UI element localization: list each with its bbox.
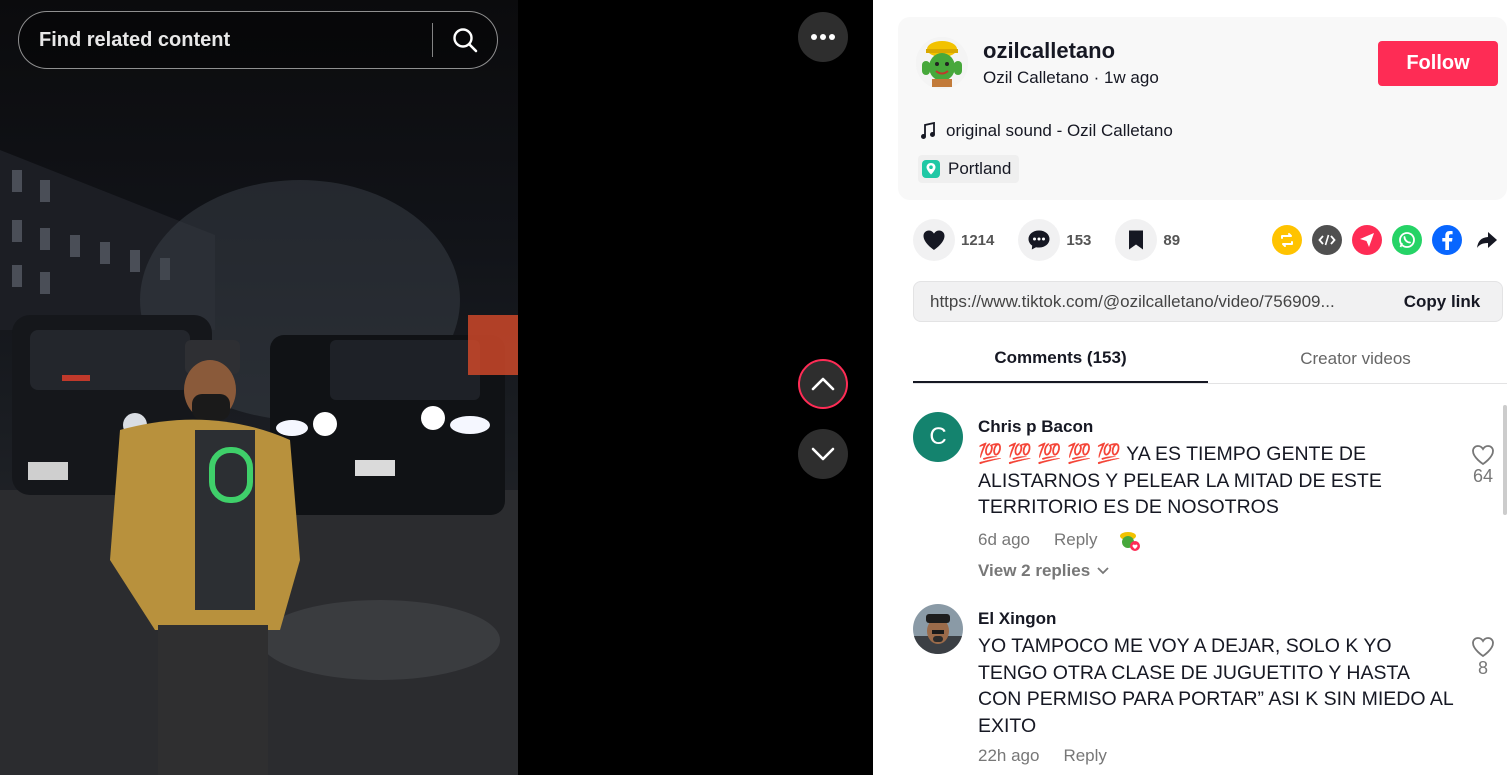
heart-icon <box>923 230 945 250</box>
chevron-down-icon <box>811 447 835 461</box>
comment-meta: 22h ago Reply <box>978 746 1107 766</box>
save-button[interactable] <box>1115 219 1158 261</box>
related-search-bar[interactable]: Find related content <box>18 11 498 69</box>
more-share-button[interactable] <box>1472 225 1502 255</box>
subline-separator: · <box>1093 68 1100 87</box>
search-button[interactable] <box>433 11 497 69</box>
commenter-avatar[interactable]: C <box>913 412 963 462</box>
author-subline: Ozil Calletano · 1w ago <box>983 68 1159 88</box>
commenter-name[interactable]: El Xingon <box>978 609 1056 629</box>
comment-count: 153 <box>1066 231 1092 249</box>
creator-liked-badge-icon <box>1120 532 1141 551</box>
video-player[interactable]: Find related content <box>0 0 518 775</box>
comment-like-count: 64 <box>1472 466 1494 486</box>
copy-link-button[interactable]: Copy link <box>1382 292 1502 312</box>
more-icon <box>811 34 835 40</box>
follow-button[interactable]: Follow <box>1378 41 1498 86</box>
comment-like[interactable]: 64 <box>1463 444 1503 487</box>
author-avatar[interactable] <box>916 37 968 89</box>
location-label: Portland <box>948 159 1012 178</box>
whatsapp-button[interactable] <box>1392 225 1422 255</box>
side-panel: ozilcalletano Ozil Calletano · 1w ago Fo… <box>873 0 1507 775</box>
video-frame <box>0 150 518 775</box>
location-tag[interactable]: Portland <box>918 155 1020 183</box>
panel-tabs: Comments (153) Creator videos <box>913 334 1507 384</box>
comment-button[interactable] <box>1018 219 1061 261</box>
reply-button[interactable]: Reply <box>1063 746 1106 766</box>
comment-action[interactable]: 153 <box>1018 219 1091 261</box>
post-time: 1w ago <box>1103 68 1159 87</box>
engagement-actions: 1214 153 89 <box>913 219 1204 261</box>
heart-outline-icon[interactable] <box>1471 636 1495 658</box>
embed-icon <box>1318 234 1336 246</box>
tab-creator-videos[interactable]: Creator videos <box>1208 334 1503 383</box>
comment-bubble-icon <box>1028 230 1050 250</box>
repost-button[interactable] <box>1272 225 1302 255</box>
comment-like-count: 8 <box>1477 658 1488 678</box>
facebook-button[interactable] <box>1432 225 1462 255</box>
send-icon <box>1360 233 1374 247</box>
comments-scrollbar[interactable] <box>1503 405 1507 515</box>
share-arrow-icon <box>1477 232 1497 248</box>
embed-button[interactable] <box>1312 225 1342 255</box>
like-button[interactable] <box>913 219 955 261</box>
view-replies-button[interactable]: View 2 replies <box>978 561 1110 581</box>
tab-comments[interactable]: Comments (153) <box>913 334 1208 383</box>
comment-meta: 6d ago Reply <box>978 528 1141 552</box>
video-link-box: https://www.tiktok.com/@ozilcalletano/vi… <box>913 281 1503 322</box>
reply-button[interactable]: Reply <box>1054 530 1097 550</box>
heart-outline-icon[interactable] <box>1471 444 1495 466</box>
comment-like[interactable]: 8 <box>1463 636 1503 679</box>
bookmark-icon <box>1129 230 1144 250</box>
view-replies-label: View 2 replies <box>978 561 1091 580</box>
sound-link[interactable]: original sound - Ozil Calletano <box>920 121 1173 141</box>
commenter-avatar[interactable] <box>913 604 963 654</box>
comment-text: 💯 💯 💯 💯 💯 YA ES TIEMPO GENTE DE ALISTARN… <box>978 443 1382 518</box>
author-display-name[interactable]: Ozil Calletano <box>983 68 1089 87</box>
like-action[interactable]: 1214 <box>913 219 994 261</box>
location-pin-icon <box>922 160 940 178</box>
save-count: 89 <box>1163 231 1181 249</box>
whatsapp-icon <box>1399 232 1415 248</box>
sound-label: original sound - Ozil Calletano <box>946 121 1173 140</box>
comment-time: 22h ago <box>978 746 1040 765</box>
search-icon <box>453 28 478 53</box>
search-placeholder[interactable]: Find related content <box>19 29 432 52</box>
author-username[interactable]: ozilcalletano <box>983 38 1115 64</box>
cactus-avatar-icon <box>916 37 968 89</box>
music-note-icon <box>921 122 935 139</box>
send-to-friends-button[interactable] <box>1352 225 1382 255</box>
chevron-down-icon <box>1097 567 1109 575</box>
facebook-icon <box>1442 231 1453 250</box>
repost-icon <box>1281 233 1293 247</box>
comment-list: C Chris p Bacon 💯 💯 💯 💯 💯 YA ES TIEMPO G… <box>873 385 1507 775</box>
share-buttons <box>1272 225 1502 255</box>
comment-item: C Chris p Bacon 💯 💯 💯 💯 💯 YA ES TIEMPO G… <box>913 412 1503 602</box>
like-count: 1214 <box>961 231 995 249</box>
commenter-name[interactable]: Chris p Bacon <box>978 417 1093 437</box>
more-options-button[interactable] <box>798 12 848 62</box>
comment-item: El Xingon YO TAMPOCO ME VOY A DEJAR, SOL… <box>913 604 1503 774</box>
previous-video-button[interactable] <box>798 359 848 409</box>
user-photo-icon <box>913 604 963 654</box>
video-info-card: ozilcalletano Ozil Calletano · 1w ago Fo… <box>898 17 1507 200</box>
comment-time: 6d ago <box>978 530 1030 549</box>
comment-text: YO TAMPOCO ME VOY A DEJAR, SOLO K YO TEN… <box>978 635 1453 737</box>
video-area: Find related content <box>0 0 873 775</box>
video-url[interactable]: https://www.tiktok.com/@ozilcalletano/vi… <box>914 292 1382 312</box>
save-action[interactable]: 89 <box>1115 219 1180 261</box>
next-video-button[interactable] <box>798 429 848 479</box>
chevron-up-icon <box>811 377 835 391</box>
